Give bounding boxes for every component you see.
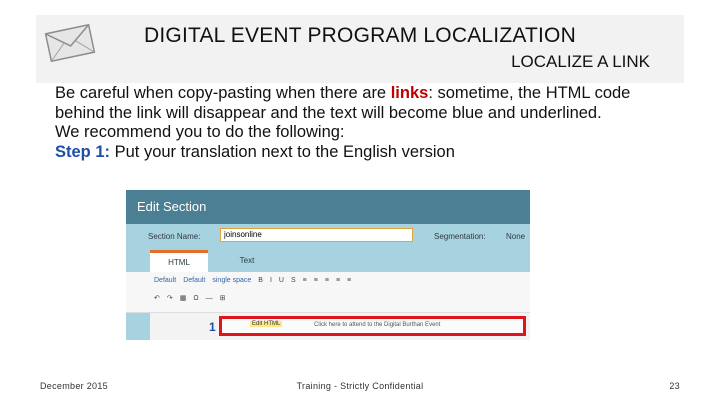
tab-text[interactable]: Text [230,250,264,272]
toolbar-control[interactable]: ≡ [314,277,318,284]
slide-title: DIGITAL EVENT PROGRAM LOCALIZATION [144,24,576,47]
toolbar-control[interactable]: Default [154,277,176,284]
segmentation-label: Segmentation: [434,232,486,241]
toolbar-control[interactable]: single space [212,277,251,284]
toolbar-control[interactable]: ≡ [325,277,329,284]
section-form: Section Name: joinsonline Segmentation: … [126,224,530,248]
step-number: 1 [209,320,216,334]
slide-subtitle: LOCALIZE A LINK [511,52,650,71]
toolbar-row-1: Default Default single space B I U S ≡ ≡ ≡ ≡ ≡ [154,277,358,293]
toolbar-control[interactable]: — [206,295,213,302]
toolbar-control[interactable]: ↷ [167,295,173,302]
highlighted-link-row: Edit HTML Click here to attend to the Di… [219,316,526,336]
intro-text: Be careful when copy-pasting when there … [55,84,391,102]
editor-tabs: HTML Text [126,248,530,272]
segmentation-value[interactable]: None [506,232,525,241]
panel-title: Edit Section [126,190,530,224]
step-label: Step 1: [55,142,111,161]
toolbar-control[interactable]: ≡ [303,277,307,284]
step-paragraph: Step 1: Put your translation next to the… [55,143,675,163]
toolbar-control[interactable]: ≡ [347,277,351,284]
edit-html-button[interactable]: Edit HTML [250,321,283,327]
step-text: Put your translation next to the English… [110,142,455,161]
toolbar-row-2: ↶ ↷ ▦ Ω — ⊞ [154,294,232,310]
toolbar-control[interactable]: Ω [193,295,198,302]
body-text: Be careful when copy-pasting when there … [55,84,675,162]
toolbar-control[interactable]: Default [183,277,205,284]
toolbar-control[interactable]: ↶ [154,295,160,302]
section-name-input[interactable]: joinsonline [220,228,413,242]
toolbar-control[interactable]: ▦ [180,295,187,302]
toolbar-control[interactable]: ≡ [336,277,340,284]
footer-confidential: Training - Strictly Confidential [296,381,424,391]
toolbar-control[interactable]: B [258,277,263,284]
toolbar-control[interactable]: I [270,277,272,284]
toolbar-control[interactable]: S [291,277,296,284]
tab-html[interactable]: HTML [150,250,208,272]
editor-toolbar: Default Default single space B I U S ≡ ≡ ≡ ≡ ≡ ↶ ↷ ▦ Ω… [126,272,530,313]
toolbar-control[interactable]: ⊞ [220,295,226,302]
toolbar-control[interactable]: U [279,277,284,284]
section-name-label: Section Name: [148,232,201,241]
links-keyword: links [390,84,429,102]
recommend-paragraph: We recommend you to do the following: [55,123,345,142]
link-text[interactable]: Click here to attend to the Digital Burt… [314,322,440,328]
page-number: 23 [669,381,680,391]
intro-paragraph: Be careful when copy-pasting when there … [55,84,675,123]
